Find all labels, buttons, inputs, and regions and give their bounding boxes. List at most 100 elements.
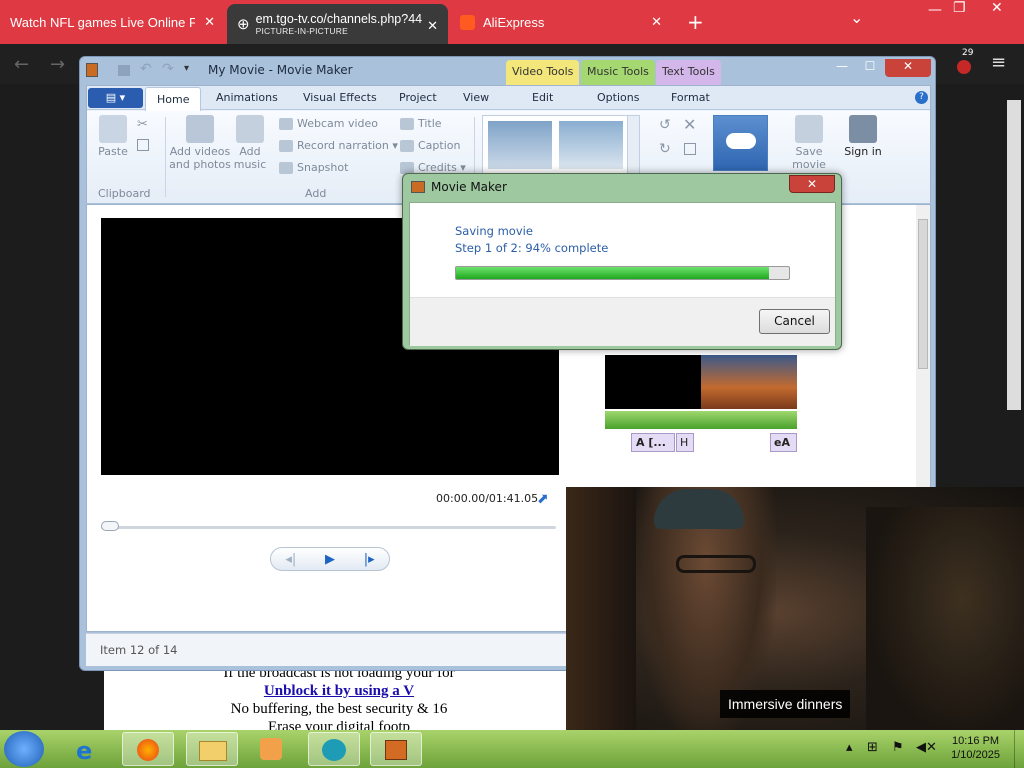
restore-icon[interactable]: ❐	[953, 0, 966, 16]
close-icon[interactable]: ✕	[651, 14, 662, 30]
minimize-icon[interactable]: —	[928, 2, 942, 18]
cut-icon[interactable]: ✂	[137, 117, 148, 132]
caption-clip[interactable]: eA	[770, 433, 797, 452]
theme-gallery[interactable]	[482, 115, 640, 175]
help-icon[interactable]: ?	[915, 91, 928, 104]
page-scrollbar[interactable]	[1007, 100, 1021, 410]
internet-explorer-icon[interactable]: e	[64, 732, 116, 766]
rotate-left-icon[interactable]: ↺	[659, 117, 671, 133]
close-window-icon[interactable]: ✕	[991, 0, 1003, 16]
tab-text-tools[interactable]: Text Tools	[656, 60, 721, 85]
snapshot-button[interactable]: Snapshot	[279, 161, 348, 174]
playback-controls: ◂| ▶ |▸	[270, 547, 390, 571]
tab-options[interactable]: Options	[597, 91, 639, 104]
new-tab-button[interactable]: +	[687, 10, 704, 34]
next-frame-icon[interactable]: |▸	[364, 552, 375, 567]
select-all-icon[interactable]	[684, 143, 696, 155]
media-player-icon[interactable]	[246, 732, 298, 766]
theme-thumbnail[interactable]	[488, 121, 552, 169]
volume-muted-icon[interactable]: ◀✕	[916, 740, 937, 755]
title-button[interactable]: Title	[400, 117, 442, 130]
tab-list-button[interactable]: ⌄	[850, 8, 863, 27]
music-note-icon	[236, 115, 264, 143]
tab-music-tools[interactable]: Music Tools	[581, 60, 655, 85]
scroll-thumb[interactable]	[918, 219, 928, 369]
audio-track[interactable]	[605, 411, 797, 429]
onedrive-button[interactable]	[713, 115, 768, 171]
firefox-icon[interactable]	[122, 732, 174, 766]
cancel-button[interactable]: Cancel	[759, 309, 830, 334]
forward-button[interactable]: →	[50, 54, 65, 75]
close-icon[interactable]: ✕	[204, 14, 215, 30]
start-button[interactable]	[4, 731, 44, 767]
tab-visual-effects[interactable]: Visual Effects	[303, 91, 377, 104]
show-desktop-button[interactable]	[1014, 730, 1024, 768]
messenger-icon[interactable]	[308, 732, 360, 766]
unblock-link[interactable]: Unblock it by using a V	[264, 683, 414, 699]
extension-badge[interactable]: 29	[960, 48, 976, 58]
window-title: My Movie - Movie Maker	[208, 63, 353, 77]
show-hidden-icons[interactable]: ▴	[846, 740, 853, 755]
file-explorer-icon[interactable]	[186, 732, 238, 766]
tab-title: AliExpress	[483, 14, 545, 30]
tab-title: Watch NFL games Live Online Free	[10, 14, 195, 30]
delete-icon[interactable]: ✕	[683, 115, 696, 134]
caption-clip[interactable]: A [...	[631, 433, 675, 452]
maximize-icon[interactable]: ☐	[854, 59, 886, 77]
tab-tgo[interactable]: ⊕ em.tgo-tv.co/channels.php?44 PICTURE-I…	[227, 4, 448, 44]
popout-icon[interactable]: ⬈	[537, 491, 553, 507]
seek-bar[interactable]	[101, 526, 556, 529]
sign-in-button[interactable]: Sign in	[843, 115, 883, 158]
close-icon[interactable]: ✕	[427, 18, 438, 34]
save-movie-button[interactable]: Save movie	[789, 115, 829, 171]
tab-aliexpress[interactable]: AliExpress ✕	[450, 0, 672, 44]
tab-view[interactable]: View	[463, 91, 489, 104]
title-icon	[400, 118, 414, 130]
clip-thumbnail[interactable]	[701, 355, 797, 409]
extension-icon[interactable]	[957, 60, 971, 74]
add-group-label: Add	[305, 187, 327, 200]
network-icon[interactable]: ⊞	[867, 740, 878, 755]
progress-bar	[455, 266, 790, 280]
redo-icon[interactable]: ↷	[162, 61, 174, 77]
theme-thumbnail[interactable]	[559, 121, 623, 169]
tab-video-tools[interactable]: Video Tools	[506, 60, 580, 85]
file-menu-button[interactable]: ▤ ▾	[88, 88, 143, 108]
previous-frame-icon[interactable]: ◂|	[285, 552, 296, 567]
record-narration-button[interactable]: Record narration ▾	[279, 139, 398, 152]
tab-home[interactable]: Home	[145, 87, 202, 111]
tab-animations[interactable]: Animations	[216, 91, 278, 104]
flag-icon[interactable]: ⚑	[892, 740, 904, 755]
copy-icon[interactable]	[137, 139, 149, 151]
movie-maker-taskbar-icon[interactable]	[370, 732, 422, 766]
caption-clip[interactable]: H	[676, 433, 694, 452]
play-icon[interactable]: ▶	[325, 552, 335, 567]
save-icon[interactable]	[118, 65, 130, 76]
dialog-close-button[interactable]: ✕	[789, 175, 835, 193]
clip-thumbnail[interactable]	[605, 355, 701, 409]
timecode: 00:00.00/01:41.05	[436, 492, 539, 505]
tab-project[interactable]: Project	[399, 91, 437, 104]
tab-nfl[interactable]: Watch NFL games Live Online Free ✕	[0, 0, 225, 44]
add-music-button[interactable]: Add music	[233, 115, 267, 171]
taskbar: e ▴ ⊞ ⚑ ◀✕ 10:16 PM 1/10/2025	[0, 730, 1024, 768]
glasses	[676, 555, 756, 573]
menu-icon[interactable]: ≡	[991, 52, 1006, 73]
tab-format[interactable]: Format	[671, 91, 710, 104]
pip-caption: Immersive dinners	[720, 690, 851, 718]
caption-button[interactable]: Caption	[400, 139, 460, 152]
customize-icon[interactable]: ▾	[184, 63, 189, 74]
tab-title: em.tgo-tv.co/channels.php?44	[255, 11, 423, 26]
undo-icon[interactable]: ↶	[140, 61, 152, 77]
rotate-right-icon[interactable]: ↻	[659, 141, 671, 157]
dialog-body: Saving movie Step 1 of 2: 94% complete C…	[409, 202, 836, 346]
seek-handle[interactable]	[101, 521, 119, 531]
add-videos-button[interactable]: Add videos and photos	[169, 115, 231, 171]
clock[interactable]: 10:16 PM 1/10/2025	[951, 734, 1000, 762]
tab-edit[interactable]: Edit	[532, 91, 553, 104]
back-button[interactable]: ←	[14, 54, 29, 75]
gallery-scroll[interactable]	[627, 116, 639, 174]
webcam-button[interactable]: Webcam video	[279, 117, 378, 130]
paste-button[interactable]: Paste	[95, 115, 131, 158]
close-icon[interactable]: ✕	[885, 59, 931, 77]
